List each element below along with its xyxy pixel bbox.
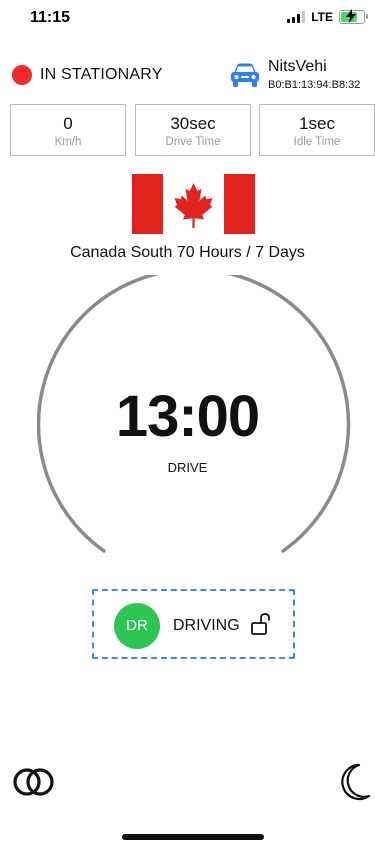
drive-time-metric: 30sec Drive Time: [135, 104, 251, 156]
duty-status-label[interactable]: DRIVING: [173, 617, 240, 635]
duty-status-selector[interactable]: DR DRIVING: [92, 589, 295, 659]
duty-status-avatar[interactable]: DR: [114, 603, 160, 649]
idle-time-label: Idle Time: [293, 136, 341, 148]
remaining-time-label: DRIVE: [167, 460, 208, 475]
canada-flag-icon: [132, 174, 255, 234]
ruleset-label: Canada South 70 Hours / 7 Days: [70, 244, 305, 261]
signal-icon: [287, 11, 306, 23]
battery-icon: [339, 9, 368, 24]
remaining-time-value: 13:00: [115, 384, 260, 449]
idle-time-metric: 1sec Idle Time: [259, 104, 375, 156]
drive-time-value: 30sec: [170, 114, 216, 133]
car-icon[interactable]: [228, 62, 262, 88]
idle-time-value: 1sec: [299, 114, 335, 133]
theme-toggle-icon[interactable]: [12, 764, 58, 800]
drive-time-label: Drive Time: [165, 136, 221, 148]
vehicle-mac-address: B0:B1:13:94:B8:32: [268, 79, 361, 91]
speed-value: 0: [63, 114, 73, 133]
speed-metric: 0 Km/h: [10, 104, 126, 156]
home-indicator: [122, 834, 264, 840]
night-mode-icon[interactable]: [337, 762, 371, 802]
status-bar: 11:15 LTE: [0, 0, 375, 40]
status-time: 11:15: [30, 9, 71, 26]
vehicle-name[interactable]: NitsVehi: [268, 58, 327, 76]
status-indicator-dot: [12, 65, 32, 85]
network-type: LTE: [311, 10, 333, 24]
unlock-icon[interactable]: [250, 612, 272, 636]
speed-label: Km/h: [54, 136, 82, 148]
vehicle-state-label: IN STATIONARY: [40, 66, 163, 83]
status-indicators: LTE: [287, 9, 368, 24]
